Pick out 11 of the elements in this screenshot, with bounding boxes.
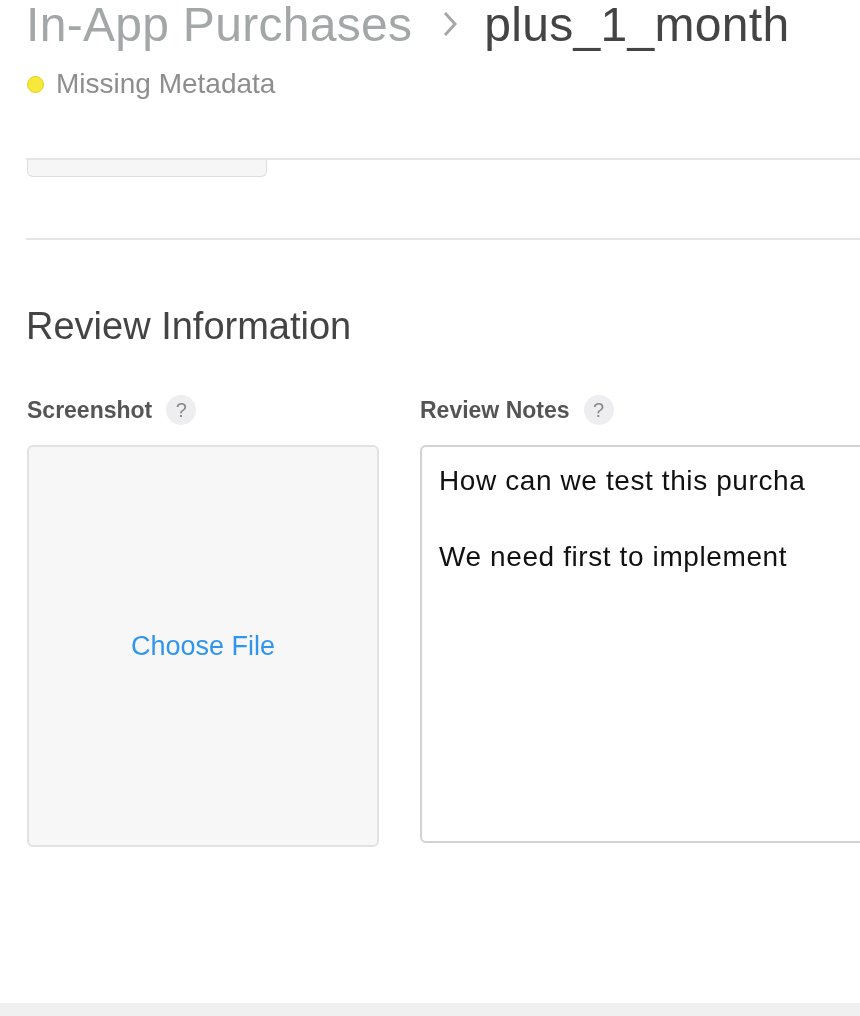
chevron-icon (442, 10, 459, 38)
field-label: Review Notes (420, 396, 570, 424)
choose-file-link[interactable]: Choose File (130, 630, 276, 662)
help-button[interactable]: ? (166, 395, 197, 425)
section-title: Review Information (26, 304, 353, 349)
page-title: plus_1_month (484, 0, 790, 52)
status-label: Missing Metadata (56, 68, 276, 100)
breadcrumb-link[interactable]: In-App Purchases (26, 0, 413, 52)
field-label: Screenshot (27, 396, 153, 424)
help-button[interactable]: ? (583, 395, 614, 425)
review-notes-field[interactable]: How can we test this purcha We need first to implement (420, 445, 860, 843)
